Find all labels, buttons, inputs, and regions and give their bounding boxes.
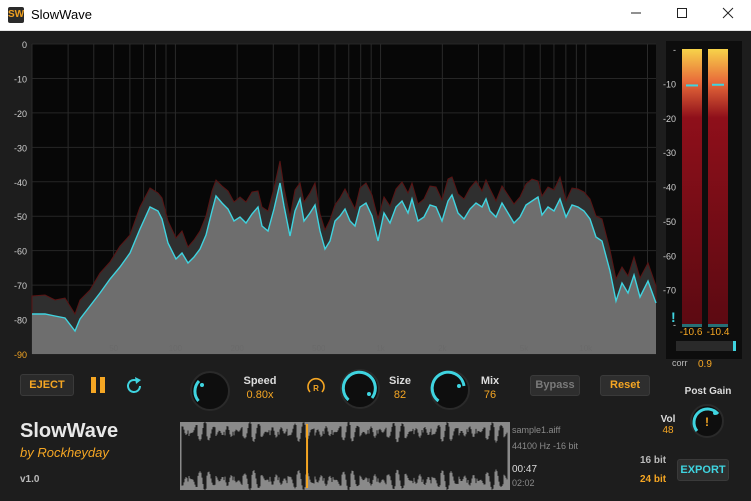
- loop-button[interactable]: [124, 375, 146, 397]
- meter-scale-label: -40: [663, 183, 676, 193]
- app-logo-icon: SW: [8, 7, 24, 23]
- meter-scale-label: -30: [663, 148, 676, 158]
- corr-label: corr: [672, 358, 688, 368]
- title-bar: SW SlowWave: [0, 0, 751, 31]
- export-button[interactable]: EXPORT: [677, 459, 729, 481]
- clip-indicator: !: [671, 309, 676, 325]
- size-label: Size: [388, 375, 411, 387]
- speed-value: 0.80x: [246, 389, 274, 401]
- file-format: 44100 Hz -16 bit: [512, 441, 579, 451]
- meter-left-bar: [682, 49, 702, 324]
- mix-knob[interactable]: [428, 368, 472, 412]
- reset-button[interactable]: Reset: [600, 375, 650, 396]
- maximize-icon: [677, 8, 687, 18]
- close-button[interactable]: [705, 0, 751, 30]
- speed-label: Speed: [243, 375, 277, 387]
- mix-value: 76: [483, 389, 497, 401]
- meter-scale-label: -: [673, 45, 676, 55]
- file-name: sample1.aiff: [512, 425, 561, 435]
- speed-knob[interactable]: [188, 369, 232, 413]
- minimize-button[interactable]: [613, 0, 659, 30]
- meter-scale-label: -60: [663, 251, 676, 261]
- meter-right-bar: [708, 49, 728, 324]
- meter-scale-label: -50: [663, 217, 676, 227]
- bypass-button[interactable]: Bypass: [530, 375, 580, 396]
- post-gain-knob[interactable]: !: [688, 402, 726, 440]
- size-knob[interactable]: [338, 367, 382, 411]
- meter-scale-label: -10: [663, 79, 676, 89]
- vol-label: Vol: [660, 414, 676, 425]
- size-value: 82: [393, 389, 407, 401]
- version-label: v1.0: [20, 474, 40, 485]
- meter-right-value: -10.4: [707, 327, 730, 338]
- vol-value: 48: [662, 425, 674, 436]
- reverse-label: R: [313, 384, 319, 393]
- pause-icon: [91, 377, 105, 393]
- brand-name: SlowWave: [20, 420, 119, 442]
- level-meters: --10-20-30-40-50-60-70- ! -10.6 -10.4 co…: [663, 41, 742, 370]
- eject-button[interactable]: EJECT: [20, 374, 74, 396]
- pause-button[interactable]: [88, 374, 110, 396]
- mix-label: Mix: [480, 375, 500, 387]
- bit-24-option[interactable]: 24 bit: [640, 474, 666, 485]
- close-icon: [722, 7, 734, 19]
- reverse-toggle[interactable]: R: [305, 377, 327, 399]
- correlation-marker: [733, 341, 736, 351]
- waveform-display[interactable]: [180, 422, 510, 490]
- meter-left-value: -10.6: [680, 327, 703, 338]
- maximize-button[interactable]: [659, 0, 705, 30]
- post-gain-label: Post Gain: [684, 386, 732, 397]
- correlation-meter: [676, 341, 736, 351]
- playback-position: 00:47: [512, 464, 538, 475]
- minimize-icon: [631, 12, 641, 14]
- meter-scale-label: -20: [663, 114, 676, 124]
- meter-scale-label: -70: [663, 286, 676, 296]
- file-duration: 02:02: [512, 478, 535, 488]
- gain-warning: !: [705, 415, 709, 429]
- bit-16-option[interactable]: 16 bit: [640, 455, 666, 466]
- plugin-window: 0 -10 -20 -30 -40 -50 -60 -70 -80 -90 50 100 200 500…: [0, 31, 751, 501]
- brand-author: by Rockheyday: [20, 445, 109, 460]
- loop-icon: [127, 377, 141, 393]
- corr-value: 0.9: [698, 359, 712, 370]
- window-title: SlowWave: [31, 7, 92, 22]
